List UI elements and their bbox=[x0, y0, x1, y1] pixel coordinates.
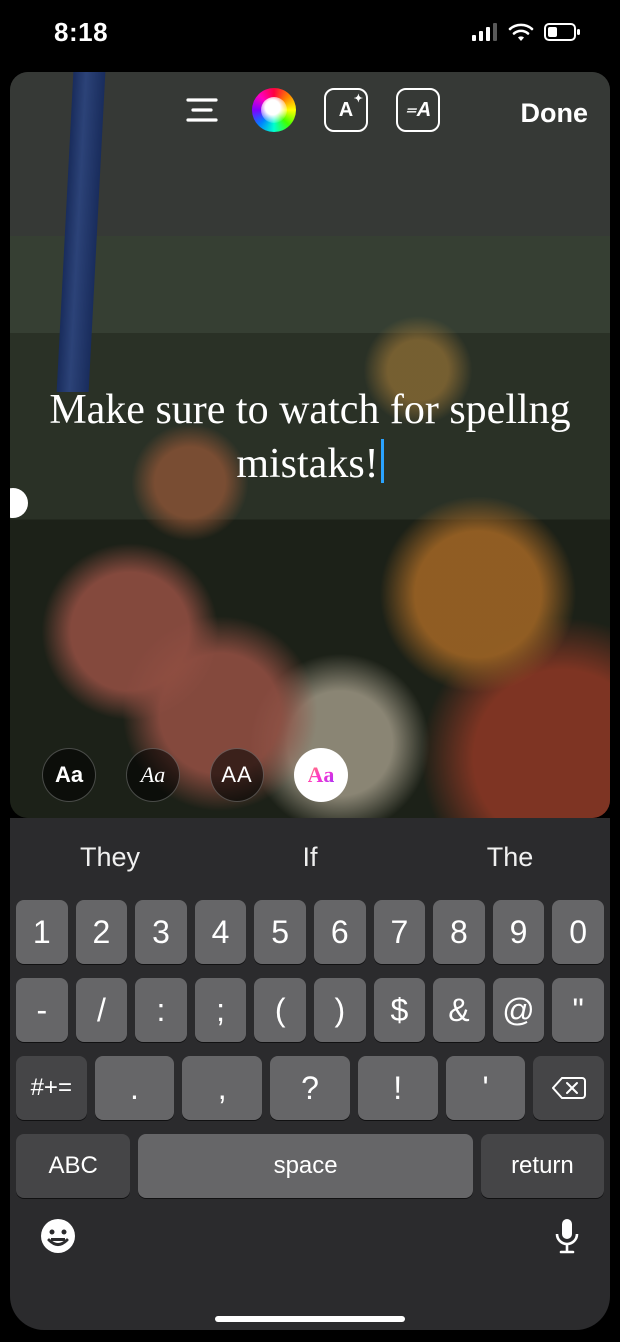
font-option-2[interactable]: AA bbox=[210, 748, 264, 802]
key-space[interactable]: space bbox=[138, 1134, 472, 1198]
suggestion-2[interactable]: The bbox=[410, 842, 610, 873]
wifi-icon bbox=[508, 22, 534, 42]
key-dash[interactable]: - bbox=[16, 978, 68, 1042]
key-slash[interactable]: / bbox=[76, 978, 128, 1042]
suggestion-0[interactable]: They bbox=[10, 842, 210, 873]
story-text-value: Make sure to watch for spellng mistaks! bbox=[49, 387, 570, 487]
key-6[interactable]: 6 bbox=[314, 900, 366, 964]
key-7[interactable]: 7 bbox=[374, 900, 426, 964]
text-animate-letter: A bbox=[417, 99, 431, 122]
sparkle-icon: ✦ bbox=[354, 92, 363, 105]
key-apostrophe[interactable]: ' bbox=[446, 1056, 526, 1120]
status-time: 8:18 bbox=[54, 17, 108, 48]
key-row-bottom: ABC space return bbox=[10, 1134, 610, 1198]
key-backspace[interactable] bbox=[533, 1056, 604, 1120]
key-question[interactable]: ? bbox=[270, 1056, 350, 1120]
suggestion-bar: They If The bbox=[10, 818, 610, 896]
font-option-0[interactable]: Aa bbox=[42, 748, 96, 802]
battery-icon bbox=[544, 23, 580, 41]
key-9[interactable]: 9 bbox=[493, 900, 545, 964]
font-option-label: Aa bbox=[141, 762, 165, 788]
key-0[interactable]: 0 bbox=[552, 900, 604, 964]
key-quote[interactable]: " bbox=[552, 978, 604, 1042]
key-rows: 1 2 3 4 5 6 7 8 9 0 - / : ; ( ) $ & @ bbox=[10, 896, 610, 1120]
text-cursor bbox=[381, 439, 384, 483]
device-frame: 8:18 A ✦ bbox=[0, 0, 620, 1342]
key-paren-open[interactable]: ( bbox=[254, 978, 306, 1042]
key-colon[interactable]: : bbox=[135, 978, 187, 1042]
key-4[interactable]: 4 bbox=[195, 900, 247, 964]
dictation-button[interactable] bbox=[552, 1216, 582, 1256]
done-button[interactable]: Done bbox=[521, 98, 589, 129]
key-row-2: - / : ; ( ) $ & @ " bbox=[16, 978, 604, 1042]
text-effect-icon: A ✦ bbox=[324, 88, 368, 132]
key-row-1: 1 2 3 4 5 6 7 8 9 0 bbox=[16, 900, 604, 964]
key-amp[interactable]: & bbox=[433, 978, 485, 1042]
alignment-button[interactable] bbox=[178, 86, 226, 134]
key-at[interactable]: @ bbox=[493, 978, 545, 1042]
key-paren-close[interactable]: ) bbox=[314, 978, 366, 1042]
key-comma[interactable]: , bbox=[182, 1056, 262, 1120]
text-effect-letter: A bbox=[339, 99, 353, 122]
status-indicators bbox=[472, 22, 580, 42]
key-5[interactable]: 5 bbox=[254, 900, 306, 964]
keyboard-footer bbox=[10, 1208, 610, 1256]
key-2[interactable]: 2 bbox=[76, 900, 128, 964]
font-option-label: Aa bbox=[308, 762, 335, 788]
backspace-icon bbox=[552, 1076, 586, 1100]
keyboard: They If The 1 2 3 4 5 6 7 8 9 0 - / : ; bbox=[10, 818, 610, 1330]
home-indicator[interactable] bbox=[215, 1316, 405, 1322]
key-8[interactable]: 8 bbox=[433, 900, 485, 964]
story-canvas[interactable]: A ✦ ＝ A Done Make sure to watch for spel… bbox=[10, 72, 610, 818]
font-option-label: Aa bbox=[55, 762, 83, 788]
key-1[interactable]: 1 bbox=[16, 900, 68, 964]
key-symbols-shift[interactable]: #+= bbox=[16, 1056, 87, 1120]
motion-lines-icon: ＝ bbox=[405, 102, 415, 119]
key-abc[interactable]: ABC bbox=[16, 1134, 130, 1198]
key-return[interactable]: return bbox=[481, 1134, 604, 1198]
key-3[interactable]: 3 bbox=[135, 900, 187, 964]
text-animate-button[interactable]: ＝ A bbox=[394, 86, 442, 134]
text-effect-button[interactable]: A ✦ bbox=[322, 86, 370, 134]
color-picker-button[interactable] bbox=[250, 86, 298, 134]
key-period[interactable]: . bbox=[95, 1056, 175, 1120]
font-style-picker: Aa Aa AA Aa bbox=[10, 748, 610, 802]
status-bar: 8:18 bbox=[0, 0, 620, 64]
color-wheel-icon bbox=[252, 88, 296, 132]
emoji-button[interactable] bbox=[38, 1216, 78, 1256]
key-exclaim[interactable]: ! bbox=[358, 1056, 438, 1120]
key-semicolon[interactable]: ; bbox=[195, 978, 247, 1042]
story-text-input[interactable]: Make sure to watch for spellng mistaks! bbox=[10, 384, 610, 492]
text-toolbar: A ✦ ＝ A Done bbox=[10, 86, 610, 134]
key-row-3: #+= . , ? ! ' bbox=[16, 1056, 604, 1120]
suggestion-1[interactable]: If bbox=[210, 842, 410, 873]
cellular-icon bbox=[472, 23, 498, 41]
text-animate-icon: ＝ A bbox=[396, 88, 440, 132]
font-option-1[interactable]: Aa bbox=[126, 748, 180, 802]
key-dollar[interactable]: $ bbox=[374, 978, 426, 1042]
font-option-label: AA bbox=[221, 762, 252, 788]
font-option-3[interactable]: Aa bbox=[294, 748, 348, 802]
